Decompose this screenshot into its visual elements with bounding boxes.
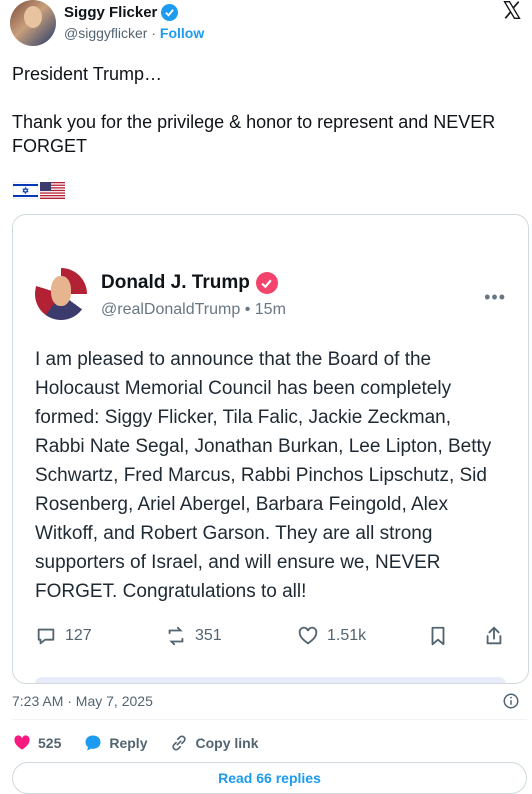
quoted-author-avatar[interactable] [35,268,87,320]
like-count: 1.51k [327,627,367,644]
x-logo-icon[interactable] [502,0,522,20]
author-name-row: Siggy Flicker [64,4,179,21]
more-options-icon[interactable]: ••• [484,287,506,308]
post-timestamp[interactable]: 7:23 AM · May 7, 2025 [12,693,153,709]
quoted-post-card[interactable]: Donald J. Trump @realDonaldTrump • 15m •… [12,214,529,684]
quoted-author-name-row: Donald J. Trump [101,272,278,294]
share-icon [486,626,502,645]
read-replies-button[interactable]: Read 66 replies [12,762,527,794]
quoted-post-body: I am pleased to announce that the Board … [35,349,492,602]
tweet-text: President Trump… Thank you for the privi… [12,64,496,156]
quoted-author-handle-row: @realDonaldTrump • 15m [101,301,286,319]
heart-filled-icon [14,735,30,750]
quoted-post-time: • 15m [244,301,286,318]
flag-emojis [13,182,65,199]
verified-badge-icon [161,4,179,21]
israel-flag-icon [13,182,38,199]
quoted-author-name[interactable]: Donald J. Trump [101,272,250,294]
tweet-header: Siggy Flicker @siggyflicker · Follow [0,0,532,50]
author-avatar[interactable] [10,0,56,46]
author-name[interactable]: Siggy Flicker [64,4,157,21]
engagement-row: 525 Reply Copy link [12,733,281,753]
info-icon[interactable] [502,692,520,710]
quoted-author-handle[interactable]: @realDonaldTrump [101,301,240,318]
quoted-post-actions: 127 351 1.51k [35,625,505,651]
repost-action[interactable]: 351 [165,625,222,647]
bookmark-action[interactable] [427,625,449,647]
reply-action[interactable]: 127 [35,625,92,647]
like-count: 525 [38,735,62,751]
author-handle[interactable]: @siggyflicker [64,25,147,41]
reply-bubble-icon [85,735,101,751]
repost-count: 351 [195,627,222,644]
heart-icon [298,626,318,645]
follow-link[interactable]: Follow [160,25,204,41]
separator-dot: · [151,25,157,41]
reply-button[interactable]: Reply [83,733,147,753]
author-handle-row: @siggyflicker · Follow [64,25,204,41]
like-action[interactable]: 1.51k [297,625,366,647]
comment-icon [37,628,55,645]
divider [12,719,527,720]
repost-icon [168,626,184,646]
link-icon [172,735,187,751]
verified-badge-icon [255,272,278,294]
copy-link-button[interactable]: Copy link [169,733,259,753]
share-action[interactable] [483,625,505,647]
bookmark-icon [431,626,445,646]
reply-count: 127 [65,627,92,644]
copy-link-label: Copy link [195,735,259,751]
us-flag-icon [40,182,65,199]
reply-label: Reply [109,735,148,751]
quoted-post-bottom-bar [35,677,506,683]
like-button[interactable]: 525 [12,733,61,753]
